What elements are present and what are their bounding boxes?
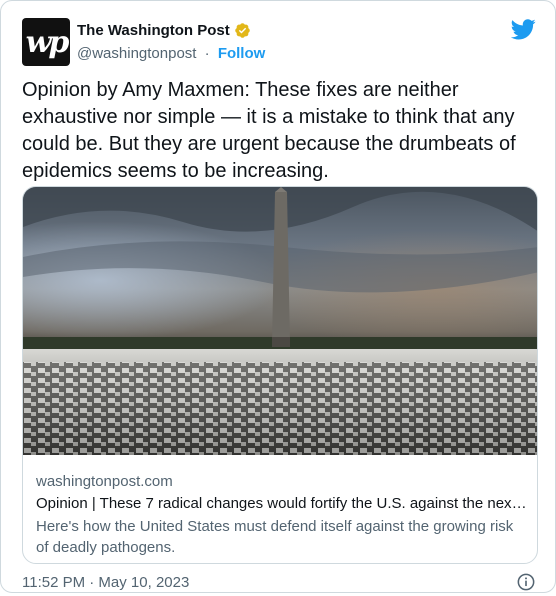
link-preview-card[interactable]: washingtonpost.com Opinion | These 7 rad… xyxy=(22,186,538,564)
tweet-text: Opinion by Amy Maxmen: These fixes are n… xyxy=(22,79,516,182)
verified-badge-icon xyxy=(234,22,251,39)
card-domain: washingtonpost.com xyxy=(36,473,173,490)
author-handle[interactable]: @washingtonpost xyxy=(77,45,196,62)
card-title[interactable]: Opinion | These 7 radical changes would … xyxy=(36,493,528,515)
twitter-bird-icon[interactable] xyxy=(510,19,536,40)
follow-button[interactable]: Follow xyxy=(218,45,266,62)
card-image[interactable] xyxy=(23,187,538,455)
tweet-timestamp[interactable]: 11:52 PM · May 10, 2023 xyxy=(22,574,189,591)
avatar[interactable]: wp xyxy=(22,18,70,66)
info-icon[interactable] xyxy=(517,573,535,591)
tweet-card[interactable]: wp The Washington Post @washingtonpost ·… xyxy=(0,0,556,593)
author-name-row: The Washington Post xyxy=(77,22,251,39)
author-name[interactable]: The Washington Post xyxy=(77,22,230,39)
avatar-logo-text: wp xyxy=(25,24,70,60)
card-meta: washingtonpost.com Opinion | These 7 rad… xyxy=(36,471,528,558)
card-description: Here's how the United States must defend… xyxy=(36,518,514,556)
separator-dot: · xyxy=(204,45,210,62)
author-handle-row: @washingtonpost · Follow xyxy=(77,45,265,62)
